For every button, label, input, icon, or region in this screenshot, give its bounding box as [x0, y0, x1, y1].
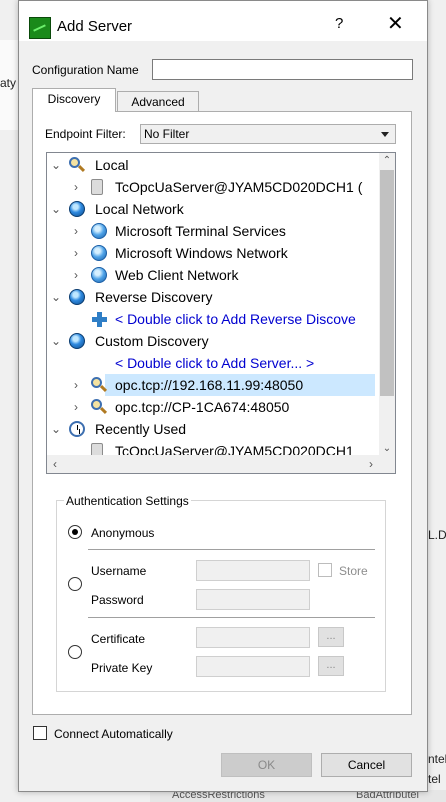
background-text-right-edge: ntel [428, 752, 446, 766]
scroll-right-icon[interactable]: › [363, 455, 379, 473]
expand-icon[interactable]: › [71, 396, 81, 418]
scrollbar-corner [379, 455, 395, 473]
browse-private-key-button[interactable]: ... [318, 656, 344, 676]
anonymous-label: Anonymous [91, 526, 155, 540]
authentication-settings-legend: Authentication Settings [64, 494, 191, 508]
endpoint-filter-select[interactable]: No Filter [140, 124, 396, 144]
collapse-icon[interactable]: ⌄ [51, 198, 61, 220]
collapse-icon[interactable]: ⌄ [51, 286, 61, 308]
tree-item-local-server[interactable]: › TcOpcUaServer@JYAM5CD020DCH1 ( [47, 176, 395, 198]
tree-item-add-server[interactable]: < Double click to Add Server... > [47, 352, 395, 374]
collapse-icon[interactable]: ⌄ [51, 330, 61, 352]
expand-icon[interactable]: › [71, 264, 81, 286]
password-input[interactable] [196, 589, 310, 610]
add-icon [91, 311, 107, 327]
tree-vertical-scrollbar[interactable]: ⌃ ⌄ [379, 153, 395, 457]
globe-icon [69, 289, 85, 305]
chevron-down-icon [381, 132, 389, 137]
title-bar[interactable]: Add Server ? ✕ [19, 1, 427, 41]
tree-item-web-client-network[interactable]: › Web Client Network [47, 264, 395, 286]
magnifier-icon [91, 377, 108, 393]
tree-horizontal-scrollbar[interactable]: ‹ › [47, 455, 379, 473]
scroll-up-icon[interactable]: ⌃ [379, 153, 395, 169]
cancel-button[interactable]: Cancel [321, 753, 412, 777]
expand-icon[interactable]: › [71, 242, 81, 264]
collapse-icon[interactable]: ⌄ [51, 154, 61, 176]
endpoint-filter-value: No Filter [144, 127, 190, 141]
tree-item-endpoint[interactable]: › opc.tcp://CP-1CA674:48050 [47, 396, 395, 418]
tree-item-recently-used[interactable]: ⌄ Recently Used [47, 418, 395, 440]
divider [88, 617, 375, 618]
browse-certificate-button[interactable]: ... [318, 627, 344, 647]
configuration-name-label: Configuration Name [32, 63, 139, 77]
background-text-right-edge: tel [428, 772, 441, 786]
tree-item-label: Local Network [95, 201, 184, 217]
tree-item-label: < Double click to Add Server... > [115, 355, 315, 371]
private-key-input[interactable] [196, 656, 310, 677]
close-button[interactable]: ✕ [387, 11, 404, 36]
configuration-name-input[interactable] [152, 59, 413, 80]
tree-item-add-reverse[interactable]: < Double click to Add Reverse Discove [47, 308, 395, 330]
connect-automatically-label: Connect Automatically [54, 727, 173, 741]
tab-advanced[interactable]: Advanced [117, 91, 199, 113]
network-globe-icon [91, 267, 107, 283]
certificate-label: Certificate [91, 632, 146, 646]
clock-icon [69, 421, 85, 437]
username-input[interactable] [196, 560, 310, 581]
ok-button[interactable]: OK [221, 753, 312, 777]
tree-item-local-network[interactable]: ⌄ Local Network [47, 198, 395, 220]
tab-discovery[interactable]: Discovery [32, 88, 116, 112]
expand-icon[interactable]: › [71, 176, 81, 198]
globe-icon [69, 201, 85, 217]
connect-automatically-checkbox[interactable] [33, 726, 47, 740]
tree-item-reverse-discovery[interactable]: ⌄ Reverse Discovery [47, 286, 395, 308]
help-button[interactable]: ? [335, 15, 343, 32]
tree-item-label: Recently Used [95, 421, 187, 437]
certificate-radio[interactable] [68, 645, 82, 659]
scroll-thumb[interactable] [380, 170, 394, 396]
background-text-right: L.D [428, 528, 446, 542]
tree-item-custom-discovery[interactable]: ⌄ Custom Discovery [47, 330, 395, 352]
username-label: Username [91, 564, 147, 578]
tree-item-label: Microsoft Terminal Services [115, 223, 286, 239]
tree-item-label: < Double click to Add Reverse Discove [115, 311, 356, 327]
tree-item-windows-network[interactable]: › Microsoft Windows Network [47, 242, 395, 264]
magnifier-icon [69, 157, 86, 173]
tree-item-label: Reverse Discovery [95, 289, 213, 305]
tree-item-label: Web Client Network [115, 267, 239, 283]
store-label: Store [339, 564, 368, 578]
expand-icon[interactable]: › [71, 220, 81, 242]
store-checkbox[interactable] [318, 563, 332, 577]
network-globe-icon [91, 245, 107, 261]
endpoint-filter-label: Endpoint Filter: [45, 127, 126, 141]
tree-item-terminal-services[interactable]: › Microsoft Terminal Services [47, 220, 395, 242]
tree-item-label: opc.tcp://CP-1CA674:48050 [115, 399, 290, 415]
collapse-icon[interactable]: ⌄ [51, 418, 61, 440]
expand-icon[interactable]: › [71, 374, 81, 396]
background-text-left: aty [0, 76, 17, 90]
password-label: Password [91, 593, 144, 607]
globe-icon [69, 333, 85, 349]
tree-item-label: Local [95, 157, 129, 173]
anonymous-radio[interactable] [68, 525, 82, 539]
tree-item-label: TcOpcUaServer@JYAM5CD020DCH1 ( [115, 179, 363, 195]
server-tree[interactable]: ⌄ Local › TcOpcUaServer@JYAM5CD020DCH1 (… [46, 152, 396, 474]
tree-item-label: opc.tcp://192.168.11.99:48050 [115, 377, 304, 393]
app-icon [29, 17, 51, 39]
magnifier-icon [91, 399, 108, 415]
scroll-left-icon[interactable]: ‹ [47, 455, 63, 473]
certificate-input[interactable] [196, 627, 310, 648]
tree-item-label: Microsoft Windows Network [115, 245, 288, 261]
divider [88, 549, 375, 550]
tree-item-label: Custom Discovery [95, 333, 209, 349]
server-icon [91, 179, 103, 195]
dialog-title: Add Server [57, 18, 133, 35]
username-password-radio[interactable] [68, 577, 82, 591]
network-globe-icon [91, 223, 107, 239]
tree-item-endpoint-selected[interactable]: › opc.tcp://192.168.11.99:48050 [47, 374, 395, 396]
private-key-label: Private Key [91, 661, 153, 675]
tree-item-local[interactable]: ⌄ Local [47, 154, 395, 176]
